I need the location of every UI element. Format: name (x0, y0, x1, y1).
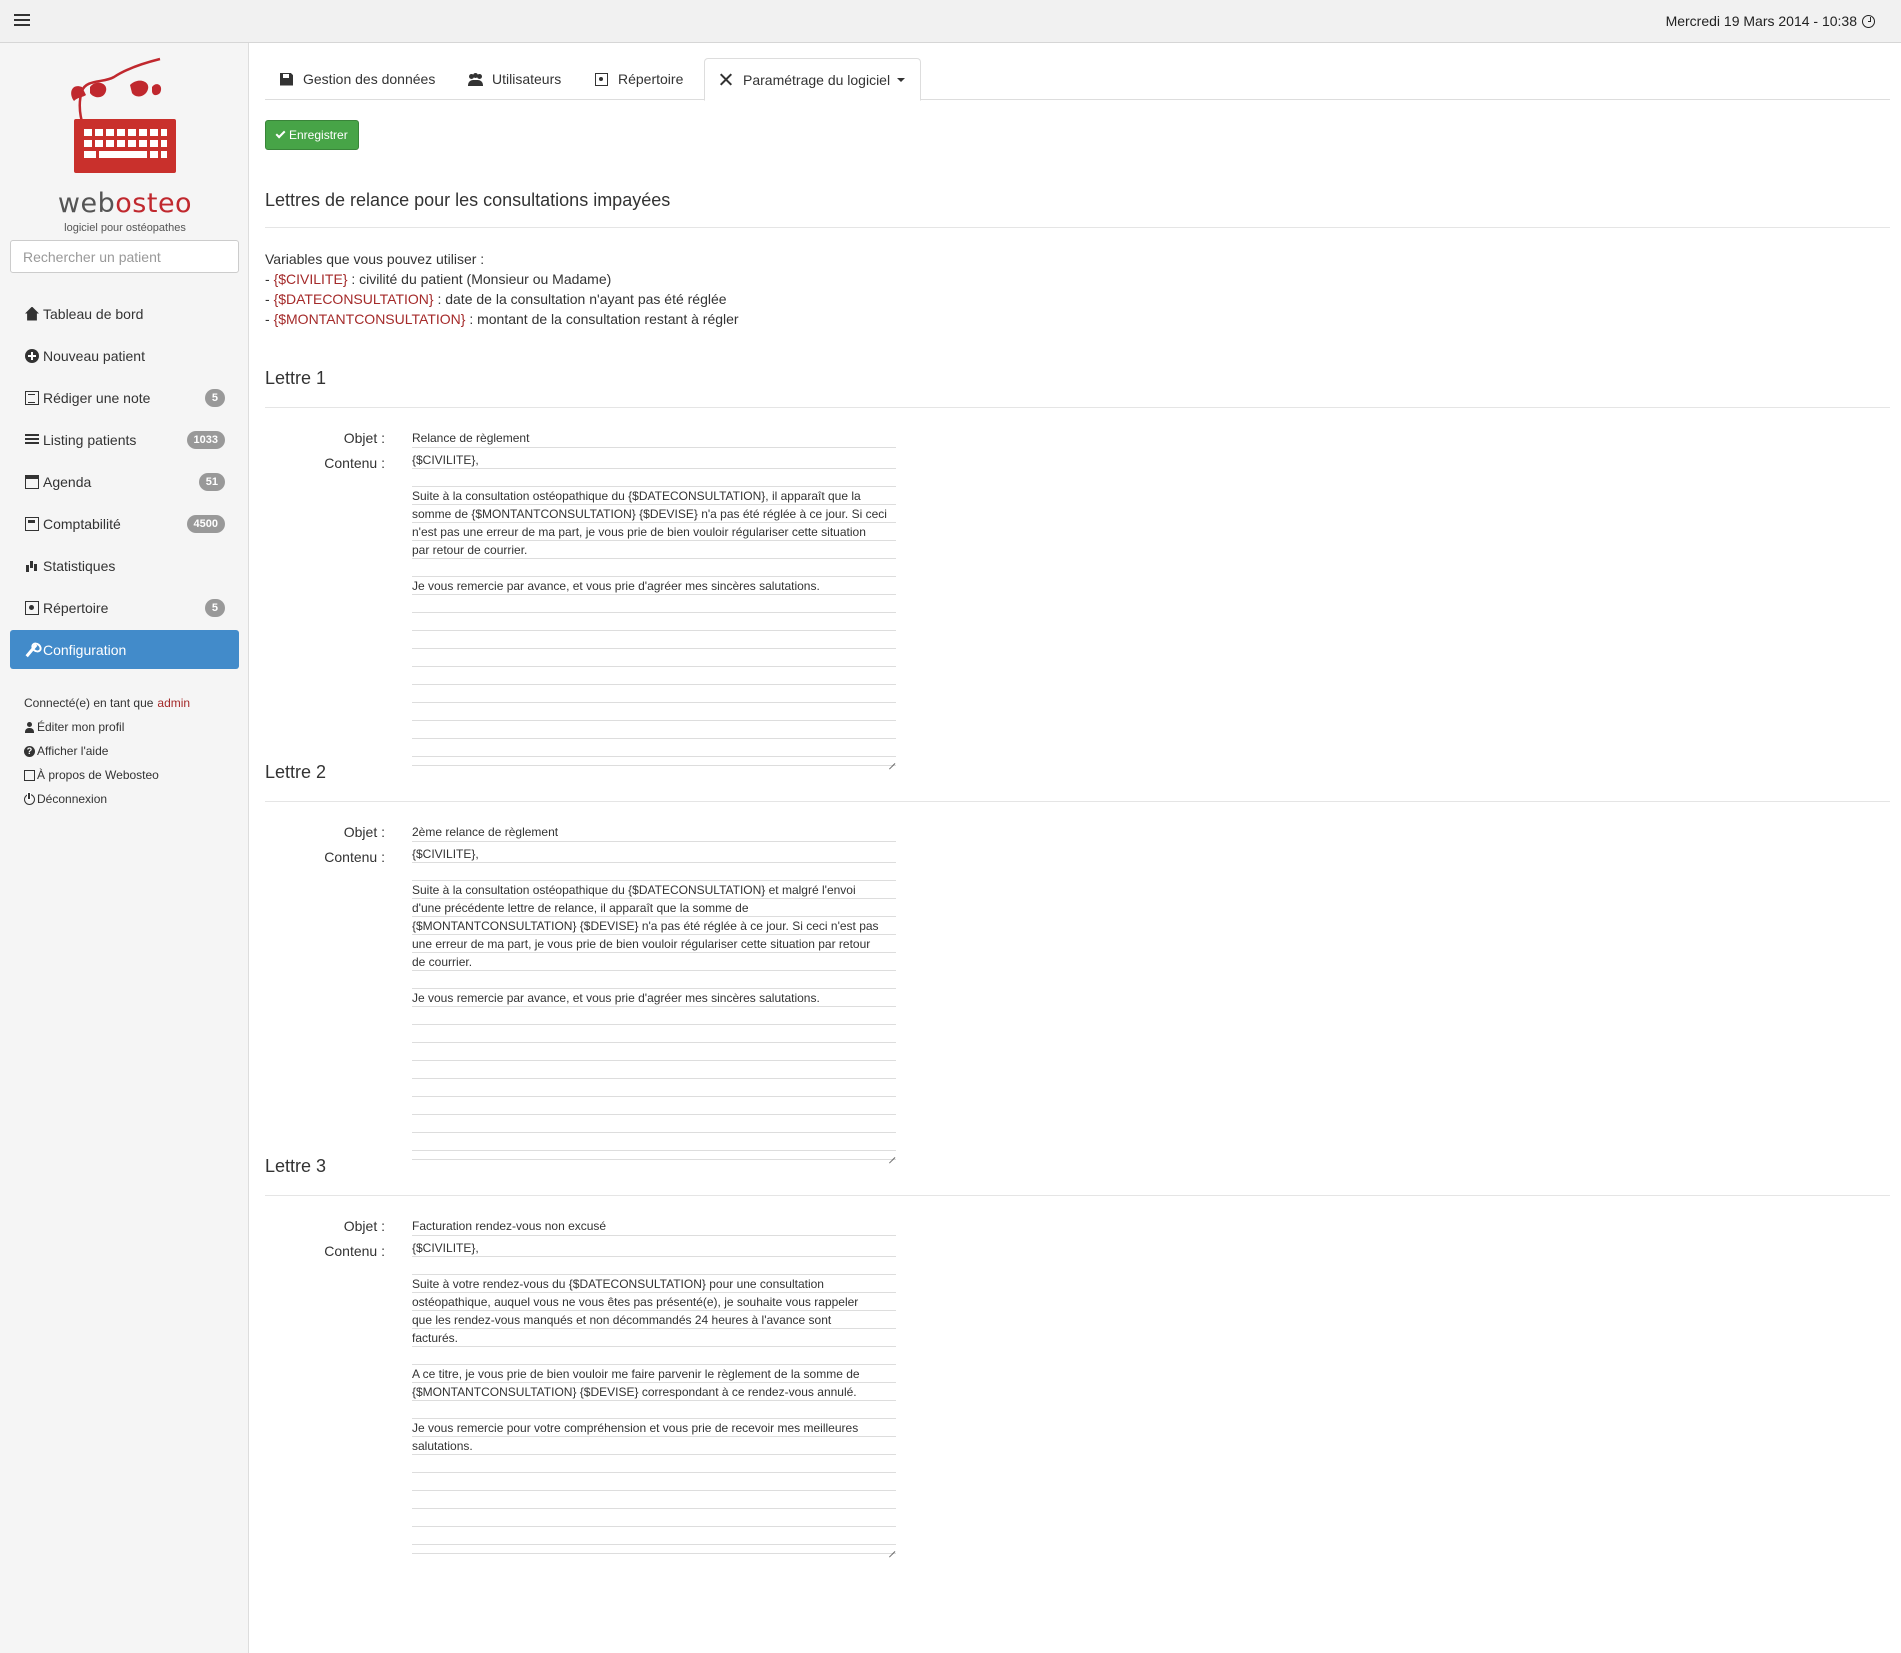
letter-2-objet-input[interactable] (412, 822, 896, 842)
account-panel: Connecté(e) en tant que admin Éditer mon… (24, 691, 190, 811)
datetime-display: Mercredi 19 Mars 2014 - 10:38 (1666, 13, 1875, 29)
contenu-label: Contenu : (324, 455, 385, 471)
letter-2-title: Lettre 2 (265, 762, 327, 782)
username-link[interactable]: admin (157, 691, 190, 715)
sidebar-item-label: Tableau de bord (43, 305, 144, 322)
divider (265, 227, 1890, 228)
top-bar: Mercredi 19 Mars 2014 - 10:38 (0, 0, 1901, 43)
divider (265, 1195, 1890, 1196)
tab-gestion-donnees[interactable]: Gestion des données (265, 58, 450, 100)
stats-icon (25, 559, 39, 573)
plus-circle-icon (25, 348, 39, 363)
sidebar-item-nouveau-patient[interactable]: Nouveau patient (10, 336, 239, 375)
logout-link[interactable]: Déconnexion (24, 787, 190, 811)
tab-bar: Gestion des données Utilisateurs Réperto… (265, 58, 1890, 101)
sidebar-item-listing-patients[interactable]: Listing patients 1033 (10, 420, 239, 459)
sidebar-item-label: Configuration (43, 641, 127, 658)
sidebar-item-label: Comptabilité (43, 515, 121, 532)
calculator-icon (25, 516, 39, 531)
book-icon (595, 72, 608, 86)
sidebar-item-tableau-de-bord[interactable]: Tableau de bord (10, 294, 239, 333)
edit-profile-link[interactable]: Éditer mon profil (24, 715, 190, 739)
count-badge: 4500 (186, 515, 225, 533)
sidebar-item-rediger-note[interactable]: Rédiger une note 5 (10, 378, 239, 417)
count-badge: 5 (204, 389, 225, 407)
sidebar-nav: Tableau de bord Nouveau patient Rédiger … (10, 294, 239, 672)
variable-line: - {$CIVILITE} : civilité du patient (Mon… (265, 271, 612, 287)
letter-1-title: Lettre 1 (265, 368, 327, 388)
patient-search-input[interactable] (10, 240, 239, 273)
help-link[interactable]: ? Afficher l'aide (24, 739, 190, 763)
letter-1-contenu-textarea[interactable]: {$CIVILITE}, Suite à la consultation ost… (412, 451, 896, 766)
sidebar-item-label: Statistiques (43, 557, 116, 574)
book-icon (25, 600, 39, 615)
objet-label: Objet : (343, 824, 385, 840)
list-icon (25, 433, 39, 447)
sidebar-item-configuration[interactable]: Configuration (10, 630, 239, 669)
tools-icon (720, 73, 733, 86)
page-title: Lettres de relance pour les consultation… (265, 190, 671, 210)
user-icon (24, 721, 35, 733)
logo-wordmark: webosteo (57, 188, 193, 219)
save-button[interactable]: Enregistrer (265, 120, 359, 150)
sidebar-item-label: Répertoire (43, 599, 109, 616)
resize-handle-icon[interactable] (888, 757, 895, 764)
webosteo-logo[interactable]: webosteo logiciel pour ostéopathes (56, 57, 194, 234)
question-icon: ? (24, 745, 35, 757)
menu-toggle-icon[interactable] (14, 13, 30, 29)
divider (265, 801, 1890, 802)
users-icon (468, 73, 483, 86)
wrench-icon (25, 643, 39, 657)
letter-1-objet-input[interactable] (412, 428, 896, 448)
sidebar-item-comptabilite[interactable]: Comptabilité 4500 (10, 504, 239, 543)
note-icon (25, 390, 39, 405)
resize-handle-icon[interactable] (888, 1545, 895, 1552)
calendar-icon (25, 474, 39, 489)
letter-3-title: Lettre 3 (265, 1156, 327, 1176)
sidebar: webosteo logiciel pour ostéopathes Table… (0, 43, 249, 1653)
letter-3-objet-input[interactable] (412, 1216, 896, 1236)
check-icon (275, 128, 286, 139)
count-badge: 5 (204, 599, 225, 617)
sidebar-item-label: Agenda (43, 473, 92, 490)
datetime-text: Mercredi 19 Mars 2014 - 10:38 (1665, 13, 1857, 29)
objet-label: Objet : (343, 430, 385, 446)
variables-help: Variables que vous pouvez utiliser : - {… (265, 251, 739, 327)
tab-parametrage[interactable]: Paramétrage du logiciel (704, 58, 922, 101)
sidebar-item-statistiques[interactable]: Statistiques (10, 546, 239, 585)
keyboard-logo-icon (71, 57, 176, 173)
sidebar-item-label: Rédiger une note (43, 389, 151, 406)
power-icon (24, 792, 35, 805)
letter-3-contenu-textarea[interactable]: {$CIVILITE}, Suite à votre rendez-vous d… (412, 1239, 896, 1554)
sidebar-item-label: Listing patients (43, 431, 137, 448)
count-badge: 51 (198, 473, 225, 491)
contenu-label: Contenu : (324, 1243, 385, 1259)
resize-handle-icon[interactable] (888, 1151, 895, 1158)
divider (265, 407, 1890, 408)
objet-label: Objet : (343, 1218, 385, 1234)
sidebar-item-repertoire[interactable]: Répertoire 5 (10, 588, 239, 627)
about-link[interactable]: À propos de Webosteo (24, 763, 190, 787)
save-icon (280, 72, 293, 86)
variable-line: - {$MONTANTCONSULTATION} : montant de la… (265, 311, 739, 327)
letter-2-contenu-textarea[interactable]: {$CIVILITE}, Suite à la consultation ost… (412, 845, 896, 1160)
variable-line: - {$DATECONSULTATION} : date de la consu… (265, 291, 727, 307)
sidebar-item-label: Nouveau patient (43, 347, 145, 364)
contenu-label: Contenu : (324, 849, 385, 865)
tab-utilisateurs[interactable]: Utilisateurs (454, 58, 576, 100)
caret-down-icon (897, 77, 906, 82)
sidebar-item-agenda[interactable]: Agenda 51 (10, 462, 239, 501)
info-card-icon (24, 769, 35, 781)
count-badge: 1033 (186, 431, 225, 449)
home-icon (25, 306, 39, 321)
clock-icon (1862, 14, 1875, 28)
connected-as: Connecté(e) en tant que admin (24, 691, 190, 715)
tab-repertoire[interactable]: Répertoire (580, 58, 698, 100)
logo-tagline: logiciel pour ostéopathes (64, 222, 186, 234)
